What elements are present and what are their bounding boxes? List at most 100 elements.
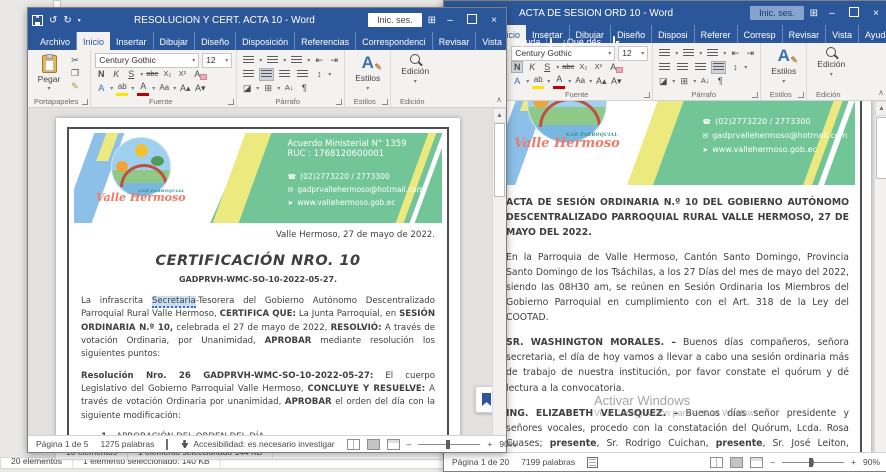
decrease-indent-icon[interactable]: ⇤ — [313, 54, 325, 66]
tab-insertar[interactable]: Insertar — [110, 32, 154, 50]
grow-font-icon[interactable]: A▴ — [595, 75, 607, 87]
maximize-button[interactable] — [464, 14, 480, 27]
highlight-color-icon[interactable]: ab — [532, 74, 544, 89]
tab-correspondencia[interactable]: Corresp — [738, 25, 783, 43]
tab-referencias[interactable]: Referer — [695, 25, 738, 43]
dialog-launcher-icon[interactable] — [798, 92, 804, 98]
web-layout-icon[interactable] — [387, 439, 400, 450]
pilcrow-icon[interactable]: ¶ — [714, 75, 726, 87]
superscript-button[interactable]: X² — [592, 61, 604, 73]
align-right-icon[interactable] — [277, 68, 292, 81]
close-button[interactable]: × — [486, 15, 502, 26]
word-count[interactable]: 1275 palabras — [100, 439, 154, 449]
zoom-slider[interactable] — [418, 444, 480, 445]
title-bar[interactable]: ↺ ↻ ▾ RESOLUCION Y CERT. ACTA 10 - Word … — [28, 8, 506, 32]
scroll-up-icon[interactable]: ▲ — [493, 108, 506, 123]
font-size-select[interactable]: 12▾ — [202, 53, 232, 68]
zoom-out-button[interactable]: – — [407, 439, 412, 449]
zoom-level[interactable]: 90% — [863, 457, 880, 467]
text-effects-icon[interactable]: A — [95, 82, 107, 94]
collapse-ribbon-icon[interactable]: ∧ — [878, 88, 884, 97]
document-page[interactable]: Acuerdo Ministerial N° 1359 RUC : 176812… — [56, 118, 460, 435]
title-bar[interactable]: ACTA DE SESION ORD 10 - Word Inic. ses. … — [444, 1, 886, 25]
grow-font-icon[interactable]: A▴ — [179, 82, 191, 94]
tab-disposicion[interactable]: Disposi — [652, 25, 695, 43]
tab-dibujar[interactable]: Dibujar — [154, 32, 196, 50]
tell-me-box[interactable]: ¿Qué des — [555, 32, 607, 50]
print-layout-icon[interactable] — [367, 439, 380, 450]
tab-correspondencia[interactable]: Correspondenci — [356, 32, 433, 50]
font-size-select[interactable]: 12▾ — [618, 46, 648, 61]
tab-disposicion[interactable]: Disposición — [236, 32, 295, 50]
align-left-icon[interactable] — [657, 61, 672, 74]
page-indicator[interactable]: Página 1 de 5 — [36, 439, 88, 449]
multilevel-list-icon[interactable] — [289, 54, 304, 67]
increase-indent-icon[interactable]: ⇥ — [328, 54, 340, 66]
certification-code[interactable]: GADPRVH-WMC-SO-10-2022-05-27. — [81, 274, 435, 286]
print-layout-icon[interactable] — [730, 457, 743, 468]
tab-revisar[interactable]: Revisar — [433, 32, 477, 50]
zoom-slider-thumb[interactable] — [446, 440, 450, 449]
sign-in-button[interactable]: Inic. ses. — [368, 13, 422, 27]
minimize-button[interactable]: – — [442, 15, 458, 26]
subscript-button[interactable]: X₂ — [161, 68, 173, 80]
save-icon[interactable] — [32, 15, 43, 26]
ribbon-display-options-icon[interactable]: ⊞ — [810, 8, 818, 19]
quick-access-customize-icon[interactable]: ▾ — [78, 17, 81, 24]
increase-indent-icon[interactable]: ⇥ — [744, 47, 756, 59]
shading-icon[interactable]: ◪ — [241, 82, 253, 94]
align-left-icon[interactable] — [241, 68, 256, 81]
font-name-select[interactable]: Century Gothic▾ — [95, 53, 199, 68]
pilcrow-icon[interactable]: ¶ — [298, 82, 310, 94]
acta-paragraph-1[interactable]: En la Parroquia de Valle Hermoso, Cantón… — [506, 250, 849, 325]
scrollbar-thumb[interactable] — [876, 117, 886, 179]
editing-button[interactable]: Edición ▾ — [811, 46, 851, 79]
bold-button[interactable]: N — [511, 61, 523, 73]
web-layout-icon[interactable] — [750, 457, 763, 468]
cert-paragraph-2[interactable]: Resolución Nro. 26 GADPRVH-WMC-SO-10-202… — [81, 370, 435, 423]
line-spacing-icon[interactable]: ↕ — [313, 68, 325, 80]
justify-icon[interactable] — [711, 61, 726, 74]
change-case-icon[interactable]: Aa — [158, 82, 170, 94]
dialog-launcher-icon[interactable] — [228, 99, 234, 105]
editing-button[interactable]: Edición ▾ — [395, 53, 435, 86]
dialog-launcher-icon[interactable] — [382, 99, 388, 105]
tab-vista[interactable]: Vista — [476, 32, 509, 50]
text-effects-icon[interactable]: A — [511, 75, 523, 87]
document-canvas[interactable]: Acuerdo Ministerial N° 1359 RUC : 176812… — [28, 108, 506, 435]
tab-ayuda[interactable]: Ayuda — [509, 32, 547, 50]
redo-icon[interactable]: ↻ — [63, 15, 71, 26]
read-mode-icon[interactable] — [347, 439, 360, 450]
scrollbar-thumb[interactable] — [494, 123, 505, 197]
certification-title[interactable]: CERTIFICACIÓN NRO. 10 — [81, 250, 435, 272]
bullets-icon[interactable] — [657, 47, 672, 60]
styles-button[interactable]: A✎ Estilos ▾ — [349, 53, 386, 93]
zoom-slider-thumb[interactable] — [809, 458, 813, 467]
collapse-ribbon-icon[interactable]: ∧ — [496, 95, 502, 104]
tab-inicio[interactable]: Inicio — [77, 32, 110, 50]
zoom-slider[interactable] — [782, 462, 844, 463]
undo-icon[interactable]: ↺ — [49, 15, 57, 26]
list-item-1[interactable]: 1. APROBACIÓN DEL ORDEN DEL DÍA. — [81, 431, 435, 435]
align-center-icon[interactable] — [259, 68, 274, 81]
dialog-launcher-icon[interactable] — [644, 92, 650, 98]
font-color-icon[interactable]: A — [137, 81, 149, 96]
tab-referencias[interactable]: Referencias — [295, 32, 356, 50]
acta-paragraph-2[interactable]: SR. WASHINGTON MORALES. – Buenos días co… — [506, 335, 849, 395]
sort-icon[interactable]: A↓ — [699, 75, 711, 87]
zoom-in-button[interactable]: + — [487, 439, 492, 449]
borders-icon[interactable]: ⊞ — [262, 82, 274, 94]
tab-revisar[interactable]: Revisar — [783, 25, 827, 43]
change-case-icon[interactable]: Aa — [574, 75, 586, 87]
vertical-scrollbar[interactable]: ▲ — [874, 101, 886, 452]
minimize-button[interactable]: – — [824, 8, 840, 19]
styles-button[interactable]: A✎ Estilos ▾ — [765, 46, 802, 86]
cert-paragraph-1[interactable]: La infrascrita Secretaria-Tesorera del G… — [81, 295, 435, 362]
cut-icon[interactable]: ✂ — [69, 54, 81, 66]
tab-ayuda[interactable]: Ayuda — [859, 25, 886, 43]
shrink-font-icon[interactable]: A▾ — [610, 75, 622, 87]
ribbon-display-options-icon[interactable]: ⊞ — [428, 15, 436, 26]
clear-formatting-icon[interactable]: A — [607, 61, 619, 73]
zoom-out-button[interactable]: – — [770, 457, 775, 467]
justify-icon[interactable] — [295, 68, 310, 81]
